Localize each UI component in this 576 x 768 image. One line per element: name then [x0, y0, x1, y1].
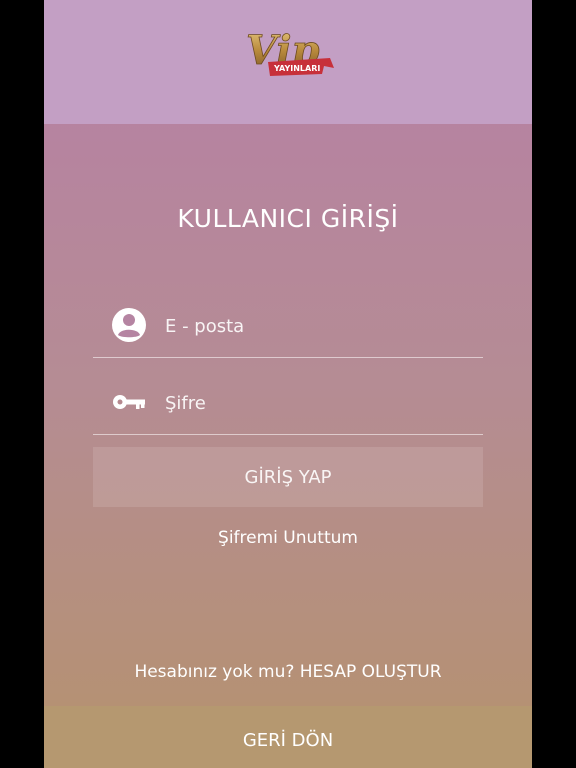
- password-field[interactable]: [93, 374, 483, 435]
- key-icon: [113, 395, 145, 409]
- user-circle-icon: [112, 308, 146, 342]
- page-title: KULLANICI GİRİŞİ: [177, 204, 399, 233]
- back-button[interactable]: GERİ DÖN: [44, 706, 532, 768]
- email-input[interactable]: [163, 307, 467, 345]
- logo-text-sub: YAYINLARI: [273, 64, 320, 73]
- vip-yayinlari-logo: Vip YAYINLARI: [246, 27, 334, 76]
- login-screen: Vip YAYINLARI KULLANICI GİRİŞİ GİRİŞ YAP…: [44, 0, 532, 768]
- email-field[interactable]: [93, 297, 483, 358]
- login-button[interactable]: GİRİŞ YAP: [93, 447, 483, 507]
- forgot-password-link[interactable]: Şifremi Unuttum: [44, 528, 532, 548]
- password-input[interactable]: [163, 384, 467, 422]
- header-bar: Vip YAYINLARI: [44, 0, 532, 124]
- create-account-link[interactable]: Hesabınız yok mu? HESAP OLUŞTUR: [44, 662, 532, 682]
